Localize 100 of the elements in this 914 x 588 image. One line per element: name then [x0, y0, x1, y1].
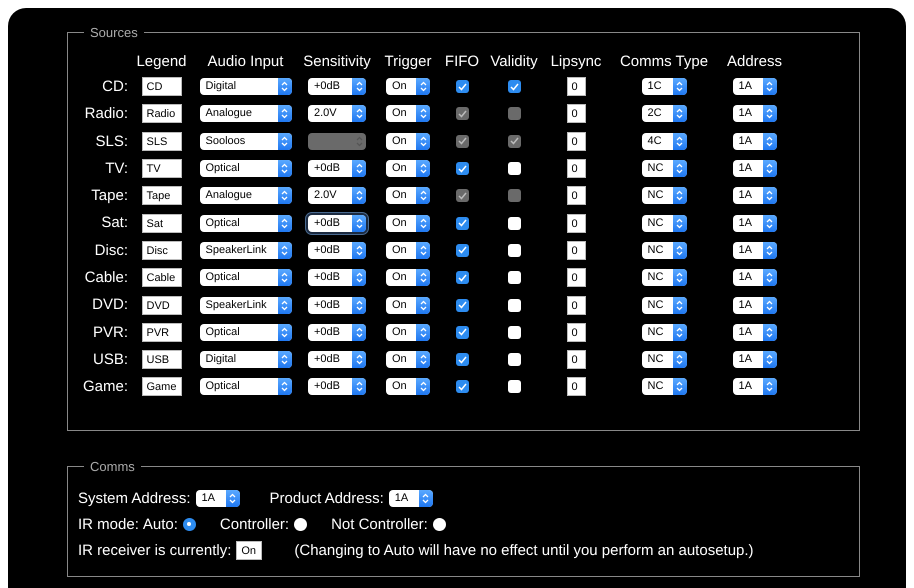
dropdown[interactable]: On [386, 324, 430, 341]
dropdown[interactable]: SpeakerLink [200, 242, 292, 259]
lipsync-field[interactable]: 0 [566, 322, 586, 342]
dropdown[interactable]: On [386, 214, 430, 232]
checkbox[interactable] [508, 244, 520, 257]
radio-button[interactable] [294, 518, 308, 531]
checkbox[interactable] [508, 326, 520, 339]
checkbox[interactable] [456, 298, 468, 312]
dropdown[interactable]: On [386, 269, 430, 286]
dropdown[interactable]: +0dB [308, 78, 366, 96]
dropdown[interactable]: On [386, 187, 430, 204]
legend-field[interactable]: Tape [142, 186, 182, 206]
lipsync-field[interactable]: 0 [566, 77, 586, 96]
dropdown[interactable]: 1A [732, 78, 776, 96]
dropdown[interactable]: 1A [732, 296, 776, 314]
lipsync-field[interactable]: 0 [566, 104, 586, 124]
checkbox[interactable] [508, 80, 520, 94]
lipsync-field[interactable]: 0 [566, 240, 586, 260]
dropdown[interactable]: NC [642, 160, 686, 178]
checkbox[interactable] [456, 244, 468, 257]
checkbox[interactable] [508, 353, 520, 366]
legend-field[interactable]: Sat [142, 214, 182, 233]
dropdown[interactable]: On [386, 105, 430, 122]
legend-field[interactable]: TV [142, 159, 182, 178]
dropdown[interactable]: On [386, 78, 430, 96]
dropdown[interactable]: 1A [732, 242, 776, 259]
checkbox[interactable] [456, 326, 468, 339]
dropdown[interactable]: +0dB [308, 160, 366, 178]
dropdown[interactable]: On [386, 351, 430, 368]
dropdown[interactable]: 1A [732, 105, 776, 122]
dropdown[interactable]: 2C [642, 105, 686, 122]
dropdown[interactable]: Sooloos [200, 132, 292, 150]
dropdown[interactable]: 1A [732, 269, 776, 286]
checkbox[interactable] [456, 162, 468, 176]
dropdown[interactable]: +0dB [308, 324, 366, 341]
dropdown[interactable]: 2.0V [308, 105, 366, 122]
dropdown[interactable]: 1A [732, 378, 776, 396]
dropdown[interactable]: 1A [732, 187, 776, 204]
dropdown[interactable]: Optical [200, 214, 292, 232]
dropdown[interactable]: Analogue [200, 105, 292, 122]
dropdown[interactable]: On [386, 160, 430, 178]
dropdown[interactable]: 1A [732, 324, 776, 341]
legend-field[interactable]: Radio [142, 104, 182, 124]
dropdown[interactable]: 4C [642, 132, 686, 150]
dropdown[interactable]: NC [642, 378, 686, 396]
lipsync-field[interactable]: 0 [566, 159, 586, 178]
lipsync-field[interactable]: 0 [566, 377, 586, 396]
legend-field[interactable]: Cable [142, 268, 182, 288]
dropdown[interactable]: On [386, 378, 430, 396]
dropdown[interactable]: 1A [732, 214, 776, 232]
dropdown[interactable]: On [386, 242, 430, 259]
dropdown[interactable]: 1A [732, 351, 776, 368]
dropdown[interactable]: NC [642, 242, 686, 259]
checkbox[interactable] [508, 216, 520, 230]
checkbox[interactable] [456, 380, 468, 394]
dropdown[interactable]: NC [642, 214, 686, 232]
checkbox[interactable] [456, 271, 468, 284]
legend-field[interactable]: PVR [142, 322, 182, 342]
lipsync-field[interactable]: 0 [566, 132, 586, 151]
checkbox[interactable] [508, 271, 520, 284]
checkbox[interactable] [508, 298, 520, 312]
checkbox[interactable] [508, 162, 520, 176]
dropdown[interactable]: 2.0V [308, 187, 366, 204]
dropdown[interactable]: Analogue [200, 187, 292, 204]
lipsync-field[interactable]: 0 [566, 268, 586, 288]
dropdown[interactable]: Digital [200, 351, 292, 368]
dropdown[interactable]: 1C [642, 78, 686, 96]
legend-field[interactable]: Disc [142, 240, 182, 260]
checkbox[interactable] [456, 216, 468, 230]
dropdown[interactable]: +0dB [308, 269, 366, 286]
lipsync-field[interactable]: 0 [566, 214, 586, 233]
legend-field[interactable]: SLS [142, 132, 182, 151]
dropdown[interactable]: Optical [200, 160, 292, 178]
radio-button[interactable] [432, 518, 446, 531]
dropdown[interactable]: 1A [388, 490, 433, 507]
dropdown[interactable]: +0dB [308, 378, 366, 396]
dropdown[interactable]: Optical [200, 269, 292, 286]
dropdown[interactable]: NC [642, 351, 686, 368]
legend-field[interactable]: USB [142, 350, 182, 370]
dropdown[interactable]: SpeakerLink [200, 296, 292, 314]
lipsync-field[interactable]: 0 [566, 296, 586, 315]
dropdown[interactable]: 1A [732, 160, 776, 178]
legend-field[interactable]: DVD [142, 296, 182, 315]
dropdown[interactable]: 1A [732, 132, 776, 150]
lipsync-field[interactable]: 0 [566, 350, 586, 370]
dropdown[interactable]: NC [642, 324, 686, 341]
lipsync-field[interactable]: 0 [566, 186, 586, 206]
legend-field[interactable]: Game [142, 377, 182, 396]
dropdown[interactable]: Optical [200, 378, 292, 396]
dropdown[interactable]: +0dB [308, 296, 366, 314]
dropdown[interactable]: On [386, 132, 430, 150]
dropdown[interactable]: +0dB [308, 214, 366, 232]
dropdown[interactable]: +0dB [308, 351, 366, 368]
dropdown[interactable]: 1A [196, 490, 240, 507]
dropdown[interactable]: NC [642, 296, 686, 314]
legend-field[interactable]: CD [142, 77, 182, 96]
radio-button[interactable] [182, 518, 196, 531]
dropdown[interactable]: NC [642, 269, 686, 286]
checkbox[interactable] [456, 353, 468, 366]
checkbox[interactable] [508, 380, 520, 394]
